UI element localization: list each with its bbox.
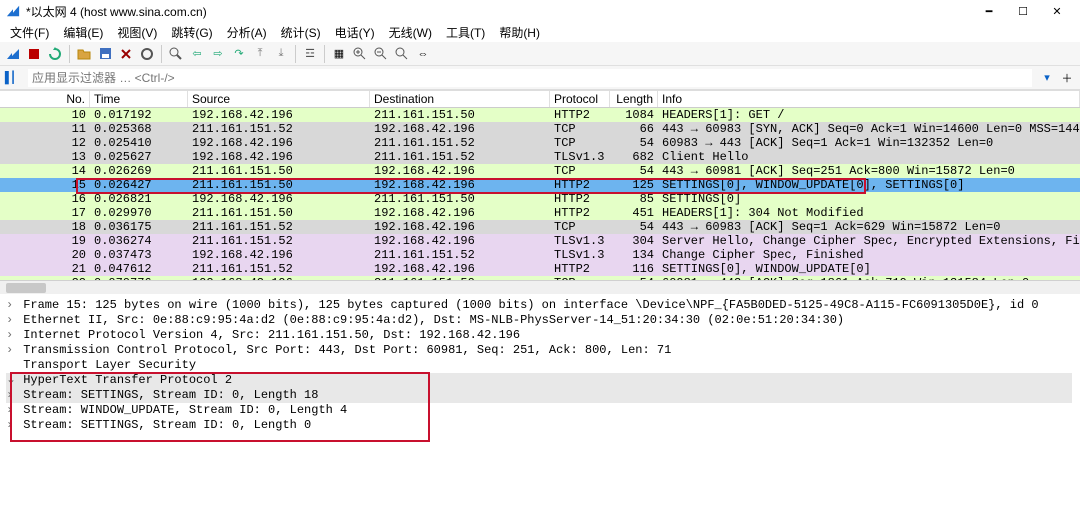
packet-row[interactable]: 170.029970211.161.151.50192.168.42.196HT… [0,206,1080,220]
packet-row[interactable]: 220.070776192.168.42.196211.161.151.50TC… [0,276,1080,280]
tree-caret-icon: ⌄ [6,373,16,388]
titlebar: *以太网 4 (host www.sina.com.cn) ━ ☐ ✕ [0,0,1080,22]
menu-analyze[interactable]: 分析(A) [221,22,273,43]
menu-wireless[interactable]: 无线(W) [383,22,438,43]
col-no[interactable]: No. [0,91,90,107]
tree-caret-icon: › [6,418,16,433]
filter-apply-icon[interactable]: ＋ [1058,69,1076,87]
packet-row[interactable]: 110.025368211.161.151.52192.168.42.196TC… [0,122,1080,136]
packet-row[interactable]: 140.026269211.161.151.50192.168.42.196TC… [0,164,1080,178]
reload-icon[interactable] [138,45,156,63]
go-first-icon[interactable]: ⤒ [251,45,269,63]
packet-row[interactable]: 210.047612211.161.151.52192.168.42.196HT… [0,262,1080,276]
packet-details-pane[interactable]: › Frame 15: 125 bytes on wire (1000 bits… [0,294,1080,509]
start-capture-icon[interactable] [4,45,22,63]
menu-file[interactable]: 文件(F) [4,22,55,43]
packet-row[interactable]: 100.017192192.168.42.196211.161.151.50HT… [0,108,1080,122]
packet-list-body[interactable]: 100.017192192.168.42.196211.161.151.50HT… [0,108,1080,280]
jump-icon[interactable]: ↷ [230,45,248,63]
zoom-reset-icon[interactable] [393,45,411,63]
packet-row[interactable]: 160.026821192.168.42.196211.161.151.50HT… [0,192,1080,206]
packet-row[interactable]: 150.026427211.161.151.50192.168.42.196HT… [0,178,1080,192]
horizontal-scrollbar[interactable] [0,280,1080,294]
tree-caret-icon: › [6,328,16,343]
tree-caret-icon: › [6,313,16,328]
packet-row[interactable]: 190.036274211.161.151.52192.168.42.196TL… [0,234,1080,248]
colorize-icon[interactable]: ▦ [330,45,348,63]
packet-list-header: No. Time Source Destination Protocol Len… [0,90,1080,108]
menu-help[interactable]: 帮助(H) [493,22,546,43]
menu-edit[interactable]: 编辑(E) [57,22,109,43]
prev-icon[interactable]: ⇦ [188,45,206,63]
autoscroll-icon[interactable]: ☲ [301,45,319,63]
detail-line[interactable]: › Stream: SETTINGS, Stream ID: 0, Length… [6,418,1072,433]
col-destination[interactable]: Destination [370,91,550,107]
detail-line[interactable]: ⌄ HyperText Transfer Protocol 2 [6,373,1072,388]
stop-capture-icon[interactable] [25,45,43,63]
menu-tools[interactable]: 工具(T) [440,22,491,43]
col-source[interactable]: Source [188,91,370,107]
col-length[interactable]: Length [610,91,658,107]
detail-line[interactable]: › Frame 15: 125 bytes on wire (1000 bits… [6,298,1072,313]
window-close-button[interactable]: ✕ [1040,0,1074,22]
menu-telephony[interactable]: 电话(Y) [329,22,381,43]
detail-line[interactable]: › Ethernet II, Src: 0e:88:c9:95:4a:d2 (0… [6,313,1072,328]
zoom-out-icon[interactable] [372,45,390,63]
tree-caret-icon: › [6,298,16,313]
zoom-in-icon[interactable] [351,45,369,63]
detail-line[interactable]: › Stream: SETTINGS, Stream ID: 0, Length… [6,388,1072,403]
toolbar-separator [69,45,70,63]
detail-line[interactable]: › Internet Protocol Version 4, Src: 211.… [6,328,1072,343]
restart-capture-icon[interactable] [46,45,64,63]
packet-row[interactable]: 120.025410192.168.42.196211.161.151.52TC… [0,136,1080,150]
detail-line[interactable]: › Stream: WINDOW_UPDATE, Stream ID: 0, L… [6,403,1072,418]
toolbar-separator [295,45,296,63]
menu-go[interactable]: 跳转(G) [165,22,218,43]
packet-list-pane: No. Time Source Destination Protocol Len… [0,90,1080,280]
col-time[interactable]: Time [90,91,188,107]
menu-view[interactable]: 视图(V) [111,22,163,43]
window-title: *以太网 4 (host www.sina.com.cn) [26,3,972,20]
toolbar: ⇦ ⇨ ↷ ⤒ ⤓ ☲ ▦ ⇔ [0,42,1080,66]
tree-caret-icon: › [6,388,16,403]
packet-row[interactable]: 130.025627192.168.42.196211.161.151.52TL… [0,150,1080,164]
menu-stats[interactable]: 统计(S) [275,22,327,43]
find-icon[interactable] [167,45,185,63]
filter-bar: ▌▏ ▾ ＋ [0,66,1080,90]
resize-columns-icon[interactable]: ⇔ [414,45,432,63]
next-icon[interactable]: ⇨ [209,45,227,63]
col-protocol[interactable]: Protocol [550,91,610,107]
open-file-icon[interactable] [75,45,93,63]
bookmark-filter-icon[interactable]: ▌▏ [4,69,22,87]
window-minimize-button[interactable]: ━ [972,0,1006,22]
app-logo-icon [6,4,20,18]
packet-row[interactable]: 200.037473192.168.42.196211.161.151.52TL… [0,248,1080,262]
toolbar-separator [161,45,162,63]
save-file-icon[interactable] [96,45,114,63]
tree-caret-icon: › [6,403,16,418]
close-file-icon[interactable] [117,45,135,63]
detail-line[interactable]: Transport Layer Security [6,358,1072,373]
menubar: 文件(F) 编辑(E) 视图(V) 跳转(G) 分析(A) 统计(S) 电话(Y… [0,22,1080,42]
col-info[interactable]: Info [658,91,1080,107]
packet-row[interactable]: 180.036175211.161.151.52192.168.42.196TC… [0,220,1080,234]
display-filter-input[interactable] [28,69,1032,87]
window-maximize-button[interactable]: ☐ [1006,0,1040,22]
detail-line[interactable]: › Transmission Control Protocol, Src Por… [6,343,1072,358]
tree-caret-icon: › [6,343,16,358]
filter-expression-icon[interactable]: ▾ [1038,69,1056,87]
go-last-icon[interactable]: ⤓ [272,45,290,63]
toolbar-separator [324,45,325,63]
